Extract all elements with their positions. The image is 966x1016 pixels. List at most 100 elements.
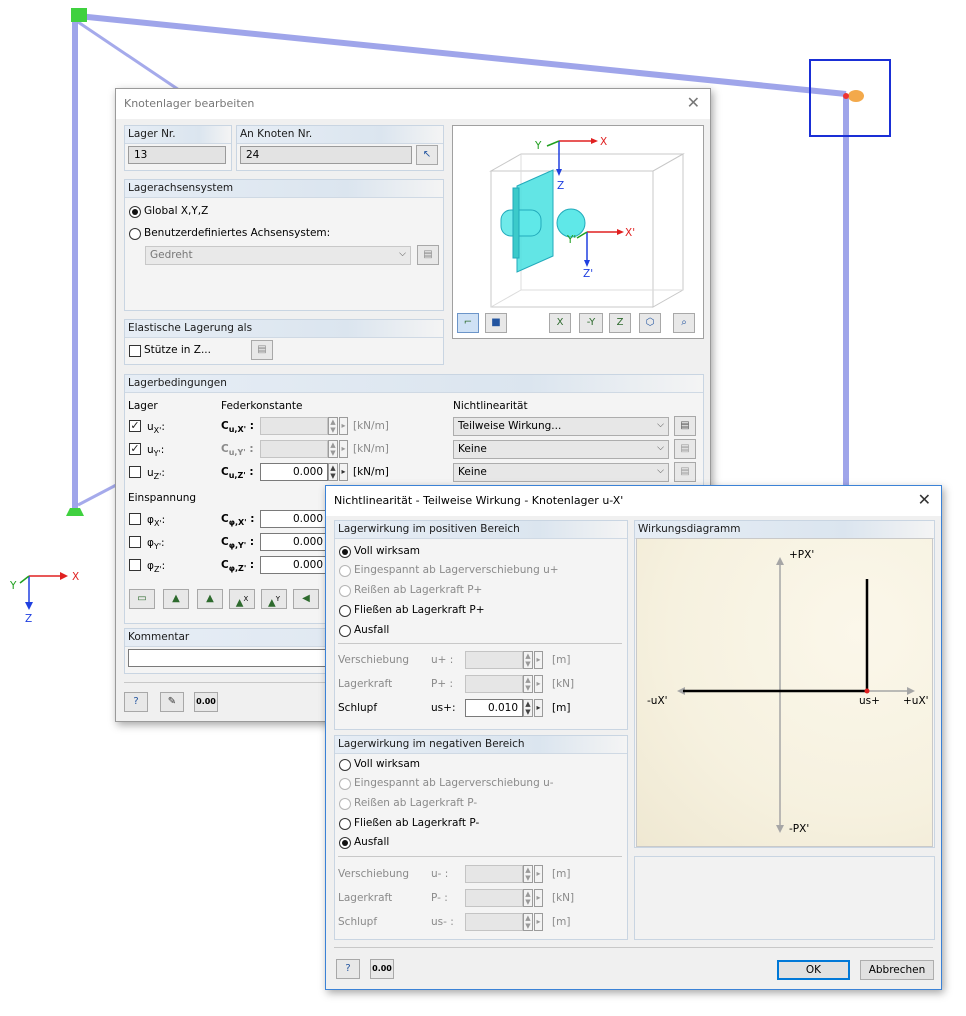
radio-user-axes[interactable] xyxy=(129,228,141,240)
cphiy-field[interactable]: 0.000 xyxy=(260,533,328,551)
neg-verschiebung-spinner[interactable]: ▲ ▼ xyxy=(523,865,533,883)
view-z-button[interactable]: Z xyxy=(609,313,631,333)
cancel-button[interactable]: Abbrechen xyxy=(860,960,934,980)
dialog-title: Knotenlager bearbeiten xyxy=(124,97,255,110)
neg-fliessen-label: Fließen ab Lagerkraft P- xyxy=(354,817,480,829)
axis-system-select[interactable]: Gedreht ⌵ xyxy=(145,246,411,265)
pos-voll-radio[interactable] xyxy=(339,546,351,558)
pos-reissen-radio[interactable] xyxy=(339,585,351,597)
check-phiy[interactable] xyxy=(129,536,141,548)
neg-lagerkraft-spinner[interactable]: ▲ ▼ xyxy=(523,889,533,907)
cuy-more[interactable]: ▸ xyxy=(339,440,348,458)
nonlin-ux-edit-button[interactable]: ▤ xyxy=(674,416,696,436)
pos-verschiebung-sym: u+ : xyxy=(431,654,454,666)
pick-node-button[interactable]: ↖ xyxy=(416,145,438,165)
member-diagonal xyxy=(77,20,186,96)
preview-y-label: Y xyxy=(535,140,542,152)
stuetze-checkbox[interactable] xyxy=(129,345,141,357)
neg-lagerkraft-more[interactable]: ▸ xyxy=(534,889,543,907)
units-icon: 0.00 xyxy=(196,697,216,706)
nl-units-button[interactable]: 0.00 xyxy=(370,959,394,979)
neg-eingespannt-radio[interactable] xyxy=(339,778,351,790)
view-minus-y-button[interactable]: -Y xyxy=(579,313,603,333)
pos-verschiebung-more[interactable]: ▸ xyxy=(534,651,543,669)
preview-x-label: X xyxy=(600,136,608,148)
cuz-spinner[interactable]: ▲ ▼ xyxy=(328,463,338,481)
lager-nr-field[interactable]: 13 xyxy=(128,146,226,164)
negative-header: Lagerwirkung im negativen Bereich xyxy=(338,738,525,750)
ok-button[interactable]: OK xyxy=(777,960,850,980)
pos-ausfall-radio[interactable] xyxy=(339,625,351,637)
cuy-spinner[interactable]: ▲ ▼ xyxy=(328,440,338,458)
radio-global[interactable] xyxy=(129,206,141,218)
units-button[interactable]: 0.00 xyxy=(194,692,218,712)
help-button[interactable]: ? xyxy=(124,692,148,712)
support-type-wall-button[interactable]: ◀ xyxy=(293,589,319,609)
cphiz-field[interactable]: 0.000 xyxy=(260,556,328,574)
uy-label: uY': xyxy=(147,444,165,459)
nonlin-uy-edit-button[interactable]: ▤ xyxy=(674,439,696,459)
nl-help-button[interactable]: ? xyxy=(336,959,360,979)
neg-fliessen-radio[interactable] xyxy=(339,818,351,830)
pos-eingespannt-radio[interactable] xyxy=(339,565,351,577)
chevron-down-icon: ⌵ xyxy=(657,443,664,453)
close-icon[interactable]: ✕ xyxy=(687,94,700,112)
an-knoten-field[interactable]: 24 xyxy=(240,146,412,164)
cux-more[interactable]: ▸ xyxy=(339,417,348,435)
nonlin-uz-select[interactable]: Keine ⌵ xyxy=(453,463,669,482)
neg-schlupf-spinner[interactable]: ▲ ▼ xyxy=(523,913,533,931)
nonlin-uy-select[interactable]: Keine ⌵ xyxy=(453,440,669,459)
nonlin-uz-edit-button[interactable]: ▤ xyxy=(674,462,696,482)
neg-verschiebung-more[interactable]: ▸ xyxy=(534,865,543,883)
view-reset-button[interactable]: ⌕ xyxy=(673,313,695,333)
check-phiz[interactable] xyxy=(129,559,141,571)
support-type-x-button[interactable]: ▲X xyxy=(229,589,255,609)
check-uz[interactable] xyxy=(129,466,141,478)
cux-spinner[interactable]: ▲ ▼ xyxy=(328,417,338,435)
neg-lagerkraft-field[interactable] xyxy=(465,889,523,907)
neg-verschiebung-field[interactable] xyxy=(465,865,523,883)
pos-schlupf-spinner[interactable]: ▲ ▼ xyxy=(523,699,533,717)
close-icon[interactable]: ✕ xyxy=(918,491,931,509)
pos-schlupf-field[interactable]: 0.010 xyxy=(465,699,523,717)
cuy-field[interactable] xyxy=(260,440,328,458)
edit-text-button[interactable]: ✎ xyxy=(160,692,184,712)
support-type-y-button[interactable]: ▲Y xyxy=(261,589,287,609)
check-uy[interactable]: ✓ xyxy=(129,443,141,455)
stuetze-edit-button[interactable]: ▤ xyxy=(251,340,273,360)
view-x-button[interactable]: X xyxy=(549,313,571,333)
group-diagram: Wirkungsdiagramm +PX' -PX' -uX' +uX' us+ xyxy=(634,520,935,848)
neg-ausfall-label: Ausfall xyxy=(354,836,390,848)
pos-fliessen-radio[interactable] xyxy=(339,605,351,617)
neg-ausfall-radio[interactable] xyxy=(339,837,351,849)
view-render-button[interactable]: ■ xyxy=(485,313,507,333)
pos-lagerkraft-more[interactable]: ▸ xyxy=(534,675,543,693)
pos-verschiebung-label: Verschiebung xyxy=(338,654,410,666)
support-type-fixed-button[interactable]: ▲ xyxy=(163,589,189,609)
cuz-field[interactable]: 0.000 xyxy=(260,463,328,481)
neg-schlupf-field[interactable] xyxy=(465,913,523,931)
view-iso-button[interactable]: ⬡ xyxy=(639,313,661,333)
neg-voll-radio[interactable] xyxy=(339,759,351,771)
pos-lagerkraft-spinner[interactable]: ▲ ▼ xyxy=(523,675,533,693)
diagram-top-label: +PX' xyxy=(789,549,815,561)
view-axes-button[interactable]: ⌐ xyxy=(457,313,479,333)
pos-schlupf-more[interactable]: ▸ xyxy=(534,699,543,717)
pos-lagerkraft-label: Lagerkraft xyxy=(338,678,393,690)
cuz-more[interactable]: ▸ xyxy=(339,463,348,481)
support-type-hinged-button[interactable]: ▭ xyxy=(129,589,155,609)
cux-field[interactable] xyxy=(260,417,328,435)
pos-verschiebung-field[interactable] xyxy=(465,651,523,669)
view-z-icon: Z xyxy=(616,317,624,328)
cphix-field[interactable]: 0.000 xyxy=(260,510,328,528)
pos-lagerkraft-field[interactable] xyxy=(465,675,523,693)
edit-axis-system-button[interactable]: ▤ xyxy=(417,245,439,265)
pos-verschiebung-spinner[interactable]: ▲ ▼ xyxy=(523,651,533,669)
achsensystem-header: Lagerachsensystem xyxy=(128,182,234,194)
check-ux[interactable]: ✓ xyxy=(129,420,141,432)
nonlin-ux-select[interactable]: Teilweise Wirkung... ⌵ xyxy=(453,417,669,436)
neg-reissen-radio[interactable] xyxy=(339,798,351,810)
check-phix[interactable] xyxy=(129,513,141,525)
neg-schlupf-more[interactable]: ▸ xyxy=(534,913,543,931)
support-type-pinned-button[interactable]: ▲ xyxy=(197,589,223,609)
